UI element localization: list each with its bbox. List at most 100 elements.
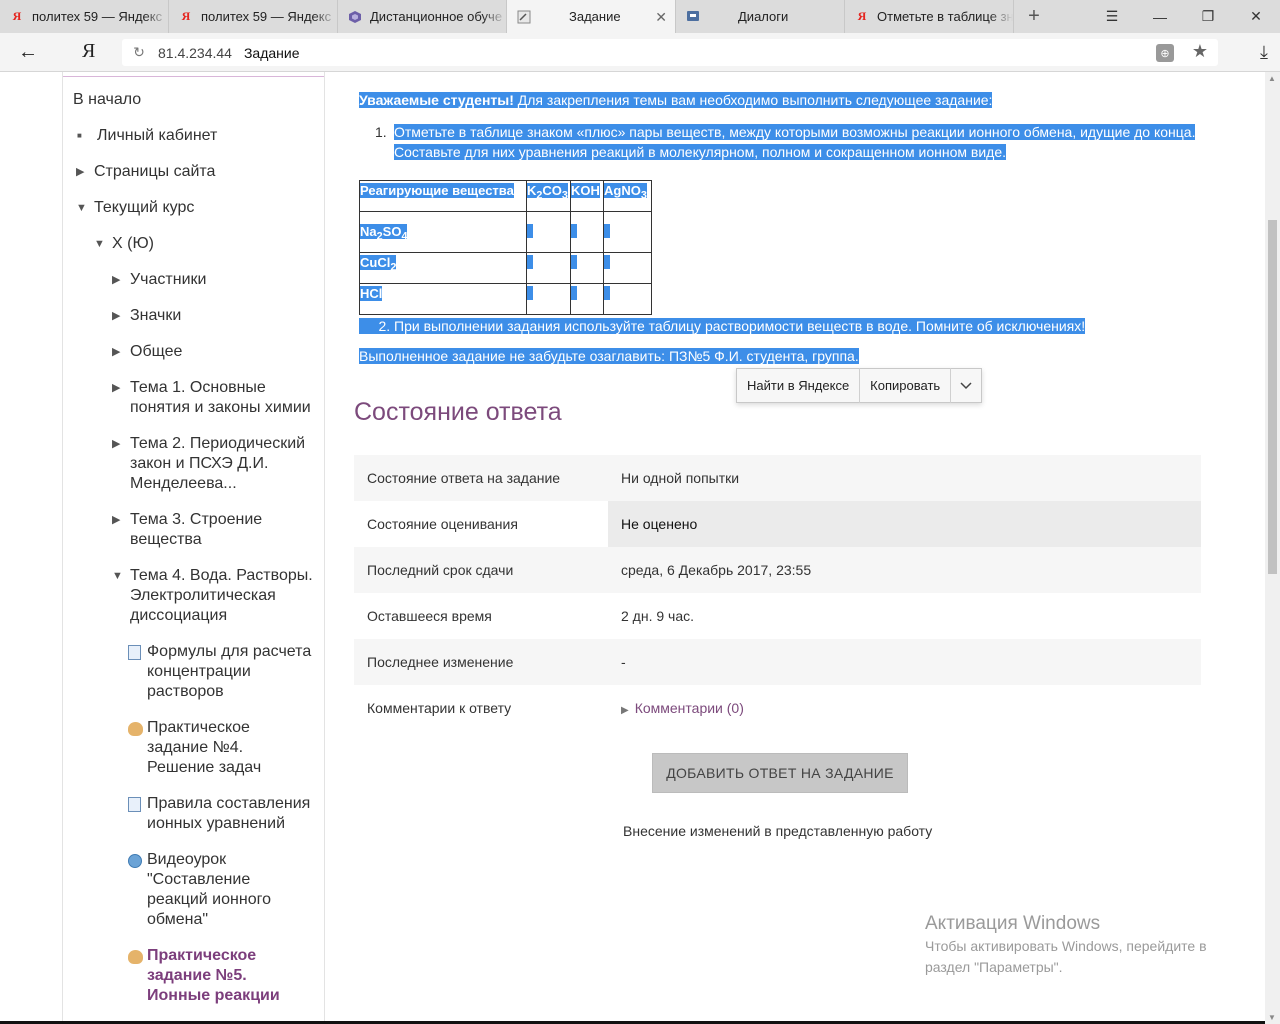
nav-participants[interactable]: ▶ Участники xyxy=(112,270,206,290)
row-value: Ни одной попытки xyxy=(608,455,1201,501)
nav-topic-4[interactable]: ▼ Тема 4. Вода. Растворы. Электролитичес… xyxy=(112,566,317,626)
add-submission-button[interactable]: ДОБАВИТЬ ОТВЕТ НА ЗАДАНИЕ xyxy=(652,753,908,793)
intro-text: Для закрепления темы вам необходимо выпо… xyxy=(513,92,993,108)
back-arrow-icon[interactable]: ← xyxy=(18,41,38,64)
nav-label: Страницы сайта xyxy=(94,163,216,180)
nav-topic-2[interactable]: ▶ Тема 2. Периодический закон и ПСХЭ Д.И… xyxy=(112,434,312,494)
main-content: Уважаемые студенты! Для закрепления темы… xyxy=(353,72,1203,1024)
nav-formulas-page[interactable]: Формулы для расчета концентрации раствор… xyxy=(128,642,318,702)
formula-koh: KOH xyxy=(571,183,600,198)
tab-title: Диалоги xyxy=(738,9,789,24)
caret-right-icon: ▶ xyxy=(112,274,121,286)
caret-right-icon: ▶ xyxy=(112,310,121,322)
new-tab-icon[interactable]: + xyxy=(1014,0,1054,33)
caret-right-icon: ▶ xyxy=(112,346,121,358)
nav-label: Тема 3. Строение вещества xyxy=(130,511,263,548)
row-value: 2 дн. 9 час. xyxy=(608,593,1201,639)
caret-right-icon: ▶ xyxy=(112,514,121,526)
table-row: Комментарии к ответу ▶ Комментарии (0) xyxy=(354,685,1201,731)
nav-ionic-rules-page[interactable]: Правила составления ионных уравнений xyxy=(128,794,318,834)
copy-button[interactable]: Копировать xyxy=(860,368,952,403)
nav-assignment-4[interactable]: Практическое задание №4. Решение задач xyxy=(128,718,278,778)
browser-tab[interactable]: Я Отметьте в таблице зн xyxy=(845,0,1014,33)
browser-tab-active[interactable]: Задание ✕ xyxy=(507,0,676,33)
table-cell xyxy=(526,283,571,315)
restore-icon[interactable]: ❐ xyxy=(1184,0,1232,33)
formula-hcl: HCl xyxy=(360,286,383,301)
table-cell xyxy=(570,283,604,315)
table-row: Состояние оценивания Не оценено xyxy=(354,501,1201,547)
nav-home[interactable]: В начало xyxy=(73,90,141,110)
table-row: Последний срок сдачи среда, 6 Декабрь 20… xyxy=(354,547,1201,593)
yandex-logo[interactable]: Я xyxy=(82,40,95,63)
nav-label: Х (Ю) xyxy=(112,235,154,252)
page-viewport: В начало ■ Личный кабинет ▶ Страницы сай… xyxy=(0,72,1280,1024)
nav-label: Текущий курс xyxy=(94,199,195,216)
browser-tab[interactable]: Диалоги xyxy=(676,0,845,33)
url-field[interactable]: ↻ 81.4.234.44 Задание ⊕ ★ xyxy=(122,39,1218,66)
nav-site-pages[interactable]: ▶ Страницы сайта xyxy=(76,162,215,182)
moodle-icon xyxy=(348,10,362,24)
nav-video-lesson[interactable]: Видеоурок "Составление реакций ионного о… xyxy=(128,850,278,930)
nav-label: Формулы для расчета концентрации раствор… xyxy=(147,643,312,700)
vertical-scrollbar[interactable]: ▲ ▼ xyxy=(1265,72,1280,1024)
nav-general[interactable]: ▶ Общее xyxy=(112,342,182,362)
close-window-icon[interactable]: ✕ xyxy=(1232,0,1280,33)
row-value: среда, 6 Декабрь 2017, 23:55 xyxy=(608,547,1201,593)
caret-right-icon: ▶ xyxy=(112,438,121,450)
task-footer-text: Выполненное задание не забудьте озаглави… xyxy=(359,348,859,364)
browser-tab[interactable]: Я политех 59 — Яндекс xyxy=(169,0,338,33)
url-globe-icon xyxy=(128,850,147,930)
row-label: Оставшееся время xyxy=(354,593,608,639)
task-note-text: 2. При выполнении задания используйте та… xyxy=(359,318,1086,334)
browser-tab[interactable]: Дистанционное обуче xyxy=(338,0,507,33)
row-label: Последний срок сдачи xyxy=(354,547,608,593)
tab-title: политех 59 — Яндекс xyxy=(32,9,163,24)
scroll-down-icon[interactable]: ▼ xyxy=(1268,1013,1276,1022)
table-row: Последнее изменение - xyxy=(354,639,1201,685)
row-label: Состояние ответа на задание xyxy=(354,455,608,501)
download-icon[interactable]: ⤓ xyxy=(1260,42,1268,63)
translate-icon[interactable]: ⊕ xyxy=(1156,44,1174,62)
search-yandex-button[interactable]: Найти в Яндексе xyxy=(737,368,861,403)
row-value: - xyxy=(608,639,1201,685)
table-header: Реагирующие вещества xyxy=(360,183,514,198)
comments-link[interactable]: Комментарии (0) xyxy=(635,700,744,716)
chevron-down-icon[interactable] xyxy=(951,368,981,403)
task-line: Составьте для них уравнения реакций в мо… xyxy=(394,144,1006,160)
tab-bar: Я политех 59 — Яндекс Я политех 59 — Янд… xyxy=(0,0,1280,33)
table-row: Состояние ответа на задание Ни одной поп… xyxy=(354,455,1201,501)
menu-icon[interactable]: ☰ xyxy=(1088,0,1136,33)
nav-course-x[interactable]: ▼ Х (Ю) xyxy=(94,234,154,254)
row-label: Последнее изменение xyxy=(354,639,608,685)
close-tab-icon[interactable]: ✕ xyxy=(655,9,667,26)
assignment-icon xyxy=(128,946,147,1006)
bookmark-star-icon[interactable]: ★ xyxy=(1192,41,1208,62)
table-row: Оставшееся время 2 дн. 9 час. xyxy=(354,593,1201,639)
tab-title: Задание xyxy=(569,9,621,24)
formula-k2co3: K2CO3 xyxy=(527,183,568,202)
nav-topic-1[interactable]: ▶ Тема 1. Основные понятия и законы хими… xyxy=(112,378,317,418)
watermark-title: Активация Windows xyxy=(925,913,1101,934)
nav-label: Практическое задание №4. Решение задач xyxy=(147,719,262,776)
scroll-up-icon[interactable]: ▲ xyxy=(1268,74,1276,83)
nav-badges[interactable]: ▶ Значки xyxy=(112,306,181,326)
reload-icon[interactable]: ↻ xyxy=(126,44,152,61)
nav-dashboard[interactable]: ■ Личный кабинет xyxy=(77,126,217,146)
yandex-icon: Я xyxy=(12,9,22,23)
tab-title: политех 59 — Яндекс xyxy=(201,9,332,24)
watermark-text: Чтобы активировать Windows, перейдите в … xyxy=(925,938,1207,975)
grading-status-value: Не оценено xyxy=(608,501,1201,547)
page-icon xyxy=(128,794,147,834)
scrollbar-thumb[interactable] xyxy=(1268,220,1277,574)
task-note: 2. При выполнении задания используйте та… xyxy=(359,318,1086,335)
nav-assignment-5-current[interactable]: Практическое задание №5. Ионные реакции xyxy=(128,946,288,1006)
minimize-icon[interactable]: — xyxy=(1136,0,1184,33)
table-cell xyxy=(526,211,571,253)
nav-current-course[interactable]: ▼ Текущий курс xyxy=(76,198,194,218)
browser-tab[interactable]: Я политех 59 — Яндекс xyxy=(0,0,169,33)
table-cell xyxy=(526,252,571,284)
nav-topic-3[interactable]: ▶ Тема 3. Строение вещества xyxy=(112,510,282,550)
nav-label: Личный кабинет xyxy=(97,127,218,144)
windows-activation-watermark: Активация Windows Чтобы активировать Win… xyxy=(925,912,1235,978)
